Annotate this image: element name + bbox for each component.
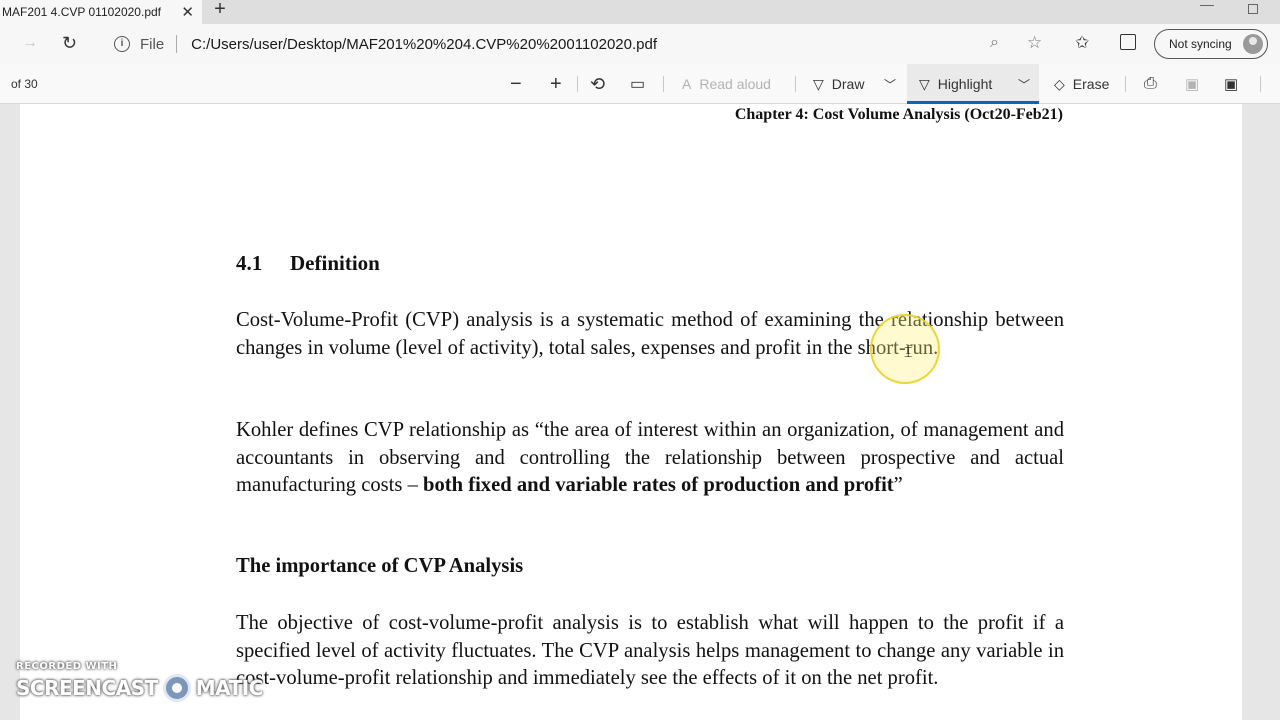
divider: [176, 35, 178, 53]
paragraph-kohler: Kohler defines CVP relationship as “the …: [236, 417, 1064, 500]
highlight-icon: ▽: [919, 75, 930, 92]
divider: [1125, 76, 1126, 92]
cursor-icon: ⌶: [904, 344, 913, 360]
tab-title: MAF201 4.CVP 01102020.pdf: [2, 5, 161, 19]
star-icon[interactable]: ☆: [1027, 33, 1042, 53]
fit-page-icon[interactable]: ▭: [630, 72, 645, 96]
divider: [795, 76, 796, 92]
rotate-icon[interactable]: ⟲: [590, 72, 605, 96]
paragraph-kohler-bold: both fixed and variable rates of product…: [423, 474, 894, 496]
read-aloud-button[interactable]: A Read aloud: [682, 72, 771, 96]
section-number: 4.1: [236, 251, 263, 275]
save-icon[interactable]: ▣: [1185, 72, 1199, 96]
protocol-label: File: [140, 35, 165, 53]
paragraph-objective: The objective of cost-volume-profit anal…: [236, 612, 1064, 689]
favorites-icon[interactable]: ✩: [1075, 33, 1089, 53]
sync-label: Not syncing: [1169, 37, 1232, 51]
zoom-out-icon[interactable]: −: [510, 72, 522, 96]
read-aloud-label: Read aloud: [699, 76, 771, 92]
restore-icon[interactable]: [1248, 4, 1258, 14]
highlight-dropdown-chevron-icon[interactable]: ﹀: [1018, 72, 1030, 96]
paragraph-kohler-end: ”: [893, 474, 903, 496]
zoom-icon[interactable]: ⌕: [990, 34, 999, 52]
watermark-right: MATIC: [195, 676, 264, 700]
tab-active[interactable]: MAF201 4.CVP 01102020.pdf ✕: [0, 0, 202, 24]
watermark-logo-icon: [162, 674, 191, 702]
info-icon[interactable]: i: [114, 36, 130, 52]
highlight-label: Highlight: [937, 76, 993, 92]
refresh-icon[interactable]: ↻: [62, 33, 77, 54]
highlight-button[interactable]: ▽ Highlight: [919, 72, 992, 96]
watermark-brand: SCREENCAST MATIC: [16, 674, 263, 702]
running-head: Chapter 4: Cost Volume Analysis (Oct20-F…: [734, 106, 1063, 123]
avatar: [1243, 34, 1263, 54]
zoom-in-icon[interactable]: +: [550, 72, 562, 96]
divider: [663, 76, 664, 92]
erase-label: Erase: [1072, 76, 1110, 92]
sync-button[interactable]: Not syncing: [1154, 29, 1268, 59]
save-as-icon[interactable]: ▣: [1224, 72, 1238, 96]
close-icon[interactable]: ✕: [181, 3, 194, 21]
subheading: The importance of CVP Analysis: [236, 555, 524, 577]
watermark-left: SCREENCAST: [16, 676, 158, 700]
erase-button[interactable]: ◇ Erase: [1054, 72, 1109, 96]
draw-label: Draw: [831, 76, 865, 92]
divider: [1260, 76, 1261, 92]
page-count: of 30: [11, 77, 38, 91]
paragraph-definition: Cost-Volume-Profit (CVP) analysis is a s…: [236, 309, 1064, 359]
print-icon[interactable]: ⎙: [1144, 72, 1157, 96]
read-aloud-icon: A: [682, 76, 692, 92]
new-tab-icon[interactable]: +: [210, 0, 230, 20]
erase-icon: ◇: [1054, 75, 1065, 92]
divider: [577, 76, 578, 92]
draw-dropdown-chevron-icon[interactable]: ﹀: [884, 72, 896, 96]
draw-button[interactable]: ▽ Draw: [813, 72, 864, 96]
watermark-recorded: RECORDED WITH: [16, 661, 118, 672]
collections-icon[interactable]: [1120, 34, 1136, 50]
forward-icon[interactable]: →: [22, 34, 38, 52]
screencast-watermark: RECORDED WITH SCREENCAST MATIC: [16, 661, 263, 702]
section-heading: 4.1 Definition: [236, 251, 380, 276]
tab-strip: MAF201 4.CVP 01102020.pdf ✕ +: [0, 0, 1280, 24]
draw-icon: ▽: [813, 75, 824, 92]
minimize-icon[interactable]: [1200, 5, 1214, 6]
section-title: Definition: [290, 251, 380, 275]
url-text[interactable]: C:/Users/user/Desktop/MAF201%20%204.CVP%…: [191, 36, 657, 53]
url-box[interactable]: i File C:/Users/user/Desktop/MAF201%20%2…: [104, 28, 1024, 60]
